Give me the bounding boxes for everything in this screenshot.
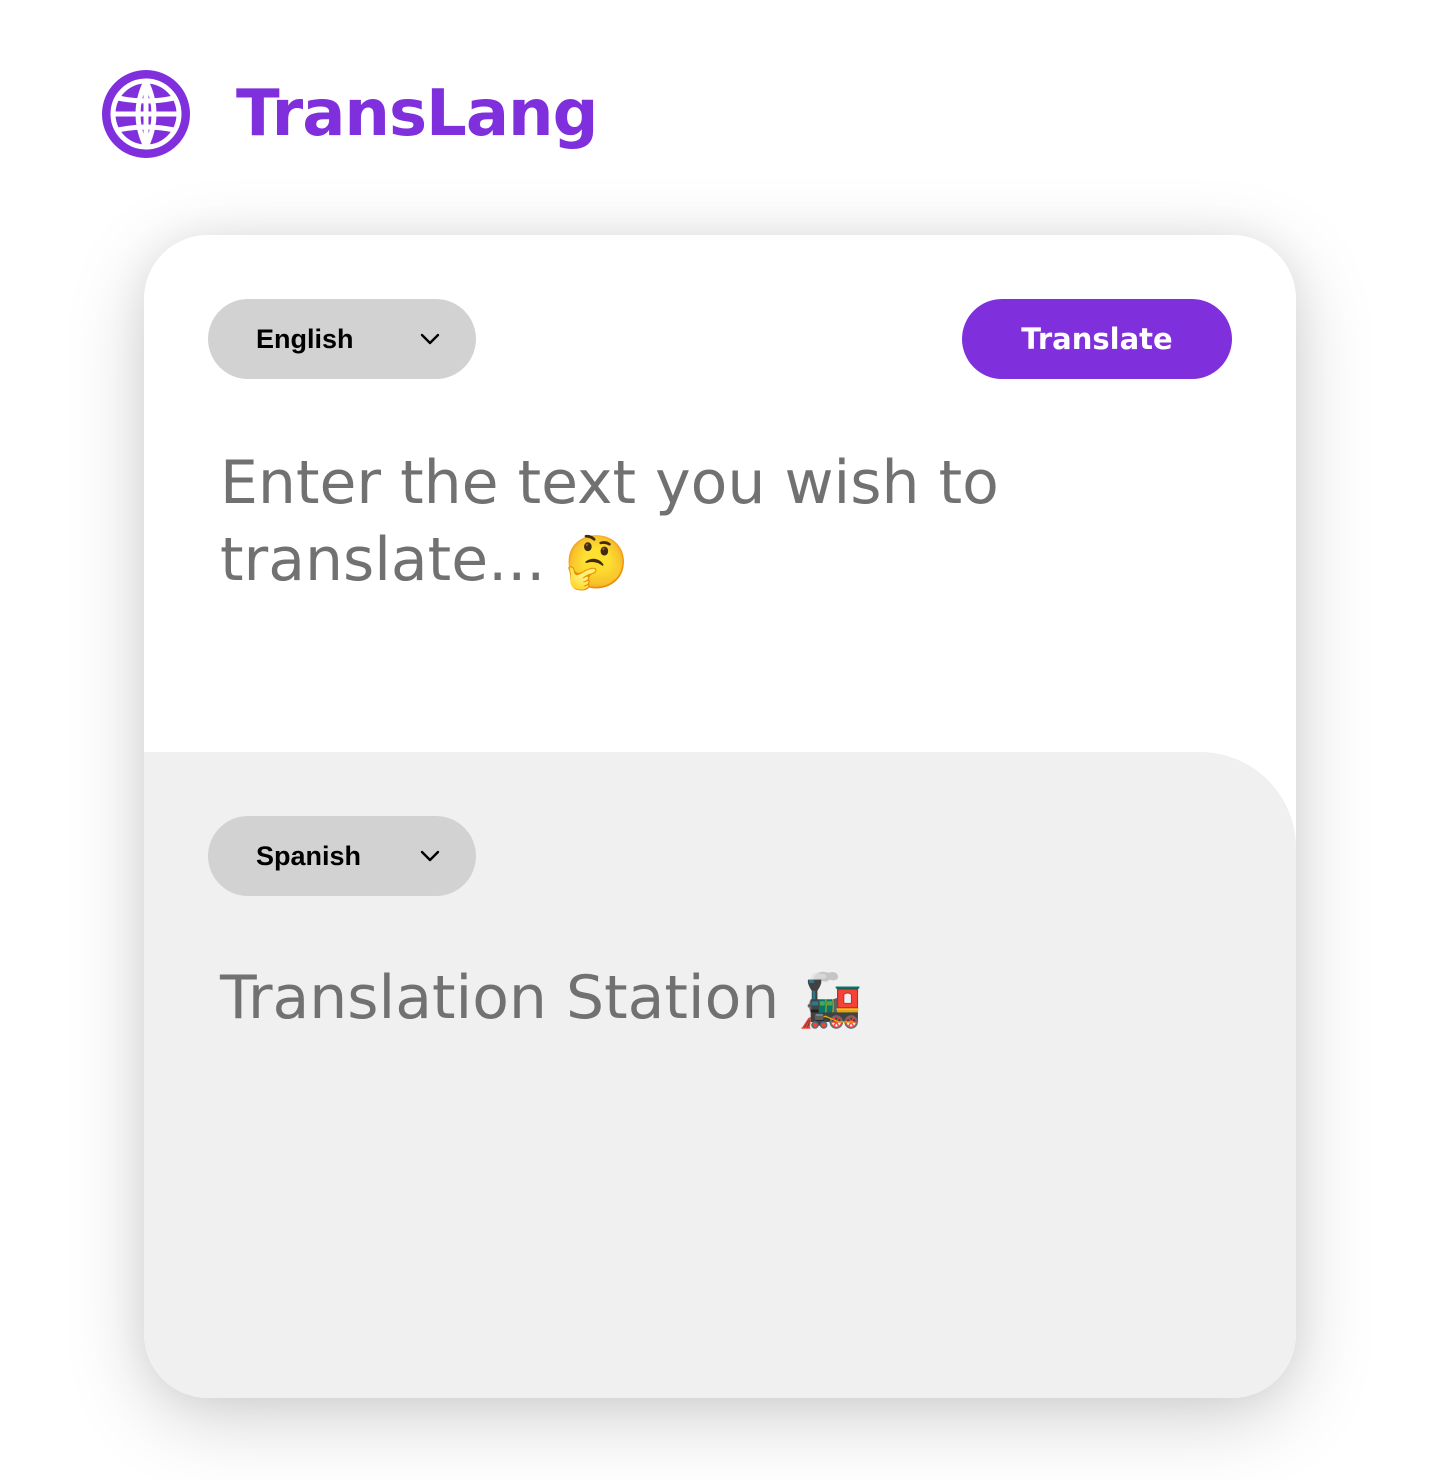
target-language-label: Spanish bbox=[256, 840, 362, 871]
target-section: Spanish Translation Station 🚂 bbox=[144, 752, 1296, 1398]
chevron-down-icon bbox=[420, 333, 440, 345]
app-header: TransLang bbox=[102, 70, 598, 158]
translation-output-text: Translation Station bbox=[220, 963, 780, 1033]
source-text-input[interactable]: Enter the text you wish to translate... … bbox=[220, 445, 1180, 602]
source-language-label: English bbox=[256, 323, 354, 354]
translation-output: Translation Station 🚂 bbox=[220, 960, 1180, 1040]
translate-button[interactable]: Translate bbox=[962, 299, 1232, 379]
chevron-down-icon bbox=[420, 850, 440, 862]
thinking-face-emoji: 🤔 bbox=[564, 533, 630, 593]
locomotive-emoji: 🚂 bbox=[798, 971, 864, 1031]
globe-icon bbox=[102, 70, 190, 158]
target-language-select[interactable]: Spanish bbox=[208, 816, 476, 896]
page: TransLang English Translate Enter the te… bbox=[0, 0, 1430, 1480]
app-title: TransLang bbox=[236, 77, 598, 151]
source-language-select[interactable]: English bbox=[208, 299, 476, 379]
source-section: English Translate Enter the text you wis… bbox=[144, 235, 1296, 752]
translator-card: English Translate Enter the text you wis… bbox=[144, 235, 1296, 1398]
